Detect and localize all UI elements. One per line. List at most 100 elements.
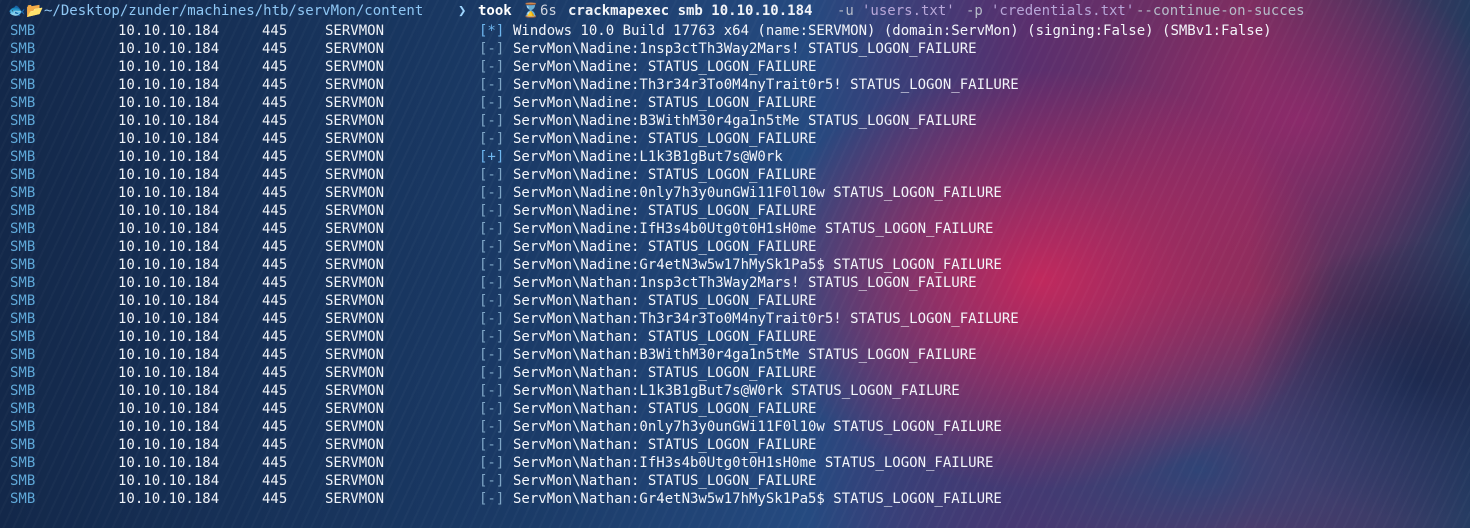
target-port: 445 <box>262 491 288 507</box>
target-port: 445 <box>262 221 288 237</box>
status-marker: [-] <box>479 329 505 345</box>
prompt-chevron-icon: ❯ <box>458 3 467 19</box>
target-port: 445 <box>262 293 288 309</box>
target-port: 445 <box>262 59 288 75</box>
result-message: ServMon\Nathan:Gr4etN3w5w17hMySk1Pa5$ ST… <box>513 491 1002 507</box>
result-message: ServMon\Nadine: STATUS_LOGON_FAILURE <box>513 59 817 75</box>
result-message: ServMon\Nathan:L1k3B1gBut7s@W0rk STATUS_… <box>513 383 960 399</box>
output-line: SMB 10.10.10.184 445 SERVMON [-] ServMon\Nath… <box>0 400 816 418</box>
target-port: 445 <box>262 401 288 417</box>
terminal-output: 🐟 📂 ~/Desktop/zunder/machines/htb/servMo… <box>0 0 1305 508</box>
status-marker: [-] <box>479 41 505 57</box>
target-port: 445 <box>262 383 288 399</box>
protocol-label: SMB <box>10 239 36 255</box>
result-message: ServMon\Nadine: STATUS_LOGON_FAILURE <box>513 95 817 111</box>
protocol-label: SMB <box>10 383 36 399</box>
protocol-label: SMB <box>10 311 36 327</box>
target-hostname: SERVMON <box>325 455 385 471</box>
target-hostname: SERVMON <box>325 365 385 381</box>
protocol-label: SMB <box>10 23 36 39</box>
target-port: 445 <box>262 23 288 39</box>
status-marker: [*] <box>479 23 505 39</box>
result-message: ServMon\Nathan:Th3r34r3To0M4nyTrait0r5! … <box>513 311 1019 327</box>
target-port: 445 <box>262 419 288 435</box>
protocol-label: SMB <box>10 329 36 345</box>
result-message: ServMon\Nadine:IfH3s4b0Utg0t0H1sH0me STA… <box>513 221 994 237</box>
status-marker: [-] <box>479 275 505 291</box>
target-hostname: SERVMON <box>325 473 385 489</box>
target-port: 445 <box>262 239 288 255</box>
protocol-label: SMB <box>10 455 36 471</box>
target-port: 445 <box>262 455 288 471</box>
target-port: 445 <box>262 257 288 273</box>
output-line: SMB 10.10.10.184 445 SERVMON [-] ServMon\Nadi… <box>0 94 816 112</box>
status-marker: [-] <box>479 347 505 363</box>
protocol-label: SMB <box>10 257 36 273</box>
target-hostname: SERVMON <box>325 383 385 399</box>
target-hostname: SERVMON <box>325 347 385 363</box>
target-port: 445 <box>262 275 288 291</box>
target-port: 445 <box>262 167 288 183</box>
target-hostname: SERVMON <box>325 95 385 111</box>
protocol-label: SMB <box>10 437 36 453</box>
target-port: 445 <box>262 41 288 57</box>
target-ip: 10.10.10.184 <box>118 185 220 201</box>
output-line: SMB 10.10.10.184 445 SERVMON [-] ServMon\Nadi… <box>0 220 993 238</box>
output-line: SMB 10.10.10.184 445 SERVMON [-] ServMon\Nath… <box>0 274 977 292</box>
output-line: SMB 10.10.10.184 445 SERVMON [*] Windows 10.0… <box>0 22 1272 40</box>
status-marker: [-] <box>479 419 505 435</box>
target-ip: 10.10.10.184 <box>118 311 220 327</box>
terminal-window[interactable]: 🐟 📂 ~/Desktop/zunder/machines/htb/servMo… <box>0 0 1470 528</box>
status-marker: [-] <box>479 77 505 93</box>
status-marker: [-] <box>479 491 505 507</box>
target-ip: 10.10.10.184 <box>118 113 220 129</box>
status-marker: [-] <box>479 59 505 75</box>
took-label: took <box>478 3 512 19</box>
protocol-label: SMB <box>10 167 36 183</box>
status-marker: [-] <box>479 113 505 129</box>
result-message: ServMon\Nathan:IfH3s4b0Utg0t0H1sH0me STA… <box>513 455 994 471</box>
target-port: 445 <box>262 311 288 327</box>
output-line: SMB 10.10.10.184 445 SERVMON [-] ServMon\Nath… <box>0 346 977 364</box>
target-ip: 10.10.10.184 <box>118 59 220 75</box>
protocol-label: SMB <box>10 131 36 147</box>
target-port: 445 <box>262 149 288 165</box>
output-line: SMB 10.10.10.184 445 SERVMON [-] ServMon\Nath… <box>0 436 816 454</box>
output-line: SMB 10.10.10.184 445 SERVMON [-] ServMon\Nadi… <box>0 166 816 184</box>
status-marker: [-] <box>479 203 505 219</box>
result-message: ServMon\Nadine:Th3r34r3To0M4nyTrait0r5! … <box>513 77 1019 93</box>
target-hostname: SERVMON <box>325 23 385 39</box>
result-message: ServMon\Nathan: STATUS_LOGON_FAILURE <box>513 293 817 309</box>
target-hostname: SERVMON <box>325 131 385 147</box>
target-ip: 10.10.10.184 <box>118 383 220 399</box>
output-line: SMB 10.10.10.184 445 SERVMON [-] ServMon\Nadi… <box>0 112 977 130</box>
output-line: SMB 10.10.10.184 445 SERVMON [-] ServMon\Nadi… <box>0 58 816 76</box>
target-port: 445 <box>262 437 288 453</box>
target-ip: 10.10.10.184 <box>118 131 220 147</box>
result-message: ServMon\Nathan: STATUS_LOGON_FAILURE <box>513 437 817 453</box>
target-hostname: SERVMON <box>325 185 385 201</box>
result-message: ServMon\Nadine: STATUS_LOGON_FAILURE <box>513 239 817 255</box>
shell-prompt-line: 🐟 📂 ~/Desktop/zunder/machines/htb/servMo… <box>0 0 1305 22</box>
target-hostname: SERVMON <box>325 491 385 507</box>
result-message: ServMon\Nadine:0nly7h3y0unGWi11F0l10w ST… <box>513 185 1002 201</box>
target-port: 445 <box>262 113 288 129</box>
target-ip: 10.10.10.184 <box>118 23 220 39</box>
output-line: SMB 10.10.10.184 445 SERVMON [-] ServMon\Nath… <box>0 472 816 490</box>
result-message: ServMon\Nadine:Gr4etN3w5w17hMySk1Pa5$ ST… <box>513 257 1002 273</box>
target-port: 445 <box>262 131 288 147</box>
target-hostname: SERVMON <box>325 239 385 255</box>
result-message: ServMon\Nadine: STATUS_LOGON_FAILURE <box>513 203 817 219</box>
target-ip: 10.10.10.184 <box>118 365 220 381</box>
target-port: 445 <box>262 329 288 345</box>
target-ip: 10.10.10.184 <box>118 221 220 237</box>
status-marker: [-] <box>479 257 505 273</box>
status-marker: [-] <box>479 239 505 255</box>
target-ip: 10.10.10.184 <box>118 41 220 57</box>
protocol-label: SMB <box>10 221 36 237</box>
target-hostname: SERVMON <box>325 257 385 273</box>
status-marker: [-] <box>479 455 505 471</box>
target-ip: 10.10.10.184 <box>118 455 220 471</box>
target-hostname: SERVMON <box>325 437 385 453</box>
target-hostname: SERVMON <box>325 419 385 435</box>
